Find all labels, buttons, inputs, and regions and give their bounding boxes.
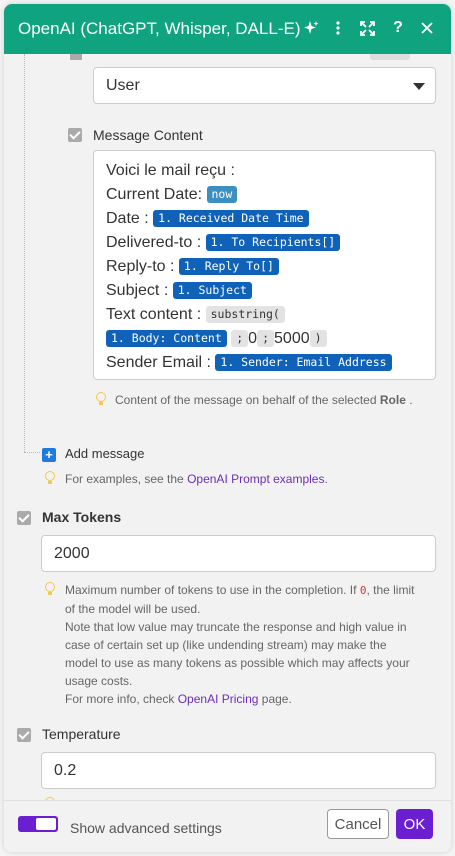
hint-line: model to use as many tokens as possible … <box>65 656 410 670</box>
variable-pill[interactable]: now <box>206 186 238 203</box>
max-tokens-hint: Maximum number of tokens to use in the c… <box>65 581 440 708</box>
separator-pill[interactable]: ; <box>231 330 249 347</box>
max-tokens-label: Max Tokens <box>42 509 122 525</box>
variable-pill[interactable]: 1. To Recipients[] <box>205 234 341 251</box>
lightbulb-icon <box>45 582 55 595</box>
function-pill[interactable]: substring( <box>205 306 285 323</box>
add-message-button[interactable]: Add message <box>65 446 145 461</box>
temperature-input[interactable]: 0.2 <box>41 752 436 789</box>
variable-pill[interactable]: 1. Received Date Time <box>153 210 309 227</box>
close-icon[interactable] <box>416 17 438 39</box>
hint-text: . <box>324 472 328 486</box>
line-text: Subject : <box>106 282 169 299</box>
max-tokens-value: 2000 <box>54 545 90 562</box>
role-select-value: User <box>106 77 140 94</box>
advanced-settings-label: Show advanced settings <box>70 820 222 836</box>
pricing-link[interactable]: OpenAI Pricing <box>178 692 259 706</box>
panel-header: OpenAI (ChatGPT, Whisper, DALL-E) ? <box>4 4 451 54</box>
line-text: Current Date: <box>106 186 203 203</box>
add-message-hint: For examples, see the OpenAI Prompt exam… <box>65 470 328 488</box>
message-content-label: Message Content <box>93 127 203 143</box>
lightbulb-icon <box>96 392 106 405</box>
settings-scroll-area[interactable]: User Message Content Voici le mail reçu … <box>4 54 451 800</box>
hint-line: case of certain set up (like undending s… <box>65 638 387 652</box>
content-line: Sender Email : 1. Sender: Email Address <box>106 351 423 375</box>
content-line: Text content : substring( <box>106 303 423 327</box>
line-text: Date : <box>106 210 149 227</box>
temperature-toggle[interactable] <box>17 728 31 742</box>
expand-icon[interactable] <box>356 17 378 39</box>
message-content-field[interactable]: Voici le mail reçu : Current Date: now D… <box>93 150 436 380</box>
hint-text: page. <box>261 692 292 706</box>
max-tokens-toggle[interactable] <box>17 511 31 525</box>
line-text: Delivered-to : <box>106 234 202 251</box>
hint-text: For more info, check <box>65 692 175 706</box>
panel-title: OpenAI (ChatGPT, Whisper, DALL-E) <box>18 19 301 38</box>
advanced-settings-toggle[interactable] <box>18 816 58 832</box>
content-line: 1. Body: Content ; 0; 5000) <box>106 327 423 351</box>
chevron-down-icon <box>413 83 425 90</box>
cancel-button[interactable]: Cancel <box>327 809 389 839</box>
function-close-pill[interactable]: ) <box>309 330 327 347</box>
hint-line: Note that low value may truncate the res… <box>65 620 407 634</box>
line-text: Sender Email : <box>106 354 211 371</box>
content-line: Voici le mail reçu : <box>106 159 423 183</box>
line-text: Reply-to : <box>106 258 175 275</box>
separator-pill[interactable]: ; <box>257 330 275 347</box>
variable-pill[interactable]: 1. Subject <box>172 282 252 299</box>
lightbulb-icon <box>45 471 55 484</box>
temperature-label: Temperature <box>42 726 121 742</box>
variable-pill[interactable]: 1. Body: Content <box>106 330 227 347</box>
add-message-icon[interactable]: + <box>42 448 56 462</box>
partial-control <box>370 54 410 60</box>
content-line: Delivered-to : 1. To Recipients[] <box>106 231 423 255</box>
content-line: Date : 1. Received Date Time <box>106 207 423 231</box>
hint-text: For examples, see the <box>65 472 184 486</box>
line-text: Voici le mail reçu : <box>106 162 235 179</box>
hint-line: Maximum number of tokens to use in the c… <box>65 581 440 600</box>
variable-pill[interactable]: 1. Reply To[] <box>178 258 279 275</box>
role-select[interactable]: User <box>93 67 436 104</box>
content-line: Subject : 1. Subject <box>106 279 423 303</box>
hint-text: , the limit <box>366 583 415 597</box>
content-line: Current Date: now <box>106 183 423 207</box>
hint-text: Content of the message on behalf of the … <box>115 393 377 407</box>
hint-line: usage costs. <box>65 674 133 688</box>
line-text: 5000 <box>274 330 310 347</box>
tree-line <box>24 54 25 452</box>
variable-pill[interactable]: 1. Sender: Email Address <box>215 354 392 371</box>
hint-text: . <box>409 393 413 407</box>
hint-bold: Role <box>379 393 406 407</box>
tree-line <box>24 452 40 453</box>
sparkle-icon[interactable] <box>300 17 322 39</box>
ok-button[interactable]: OK <box>396 809 433 839</box>
temperature-value: 0.2 <box>54 762 77 779</box>
hint-line: For more info, check OpenAI Pricing page… <box>65 690 440 708</box>
line-text: Text content : <box>106 306 202 323</box>
max-tokens-input[interactable]: 2000 <box>41 535 436 572</box>
line-text: 0 <box>248 330 258 347</box>
more-vertical-icon[interactable] <box>327 17 349 39</box>
module-settings-panel: OpenAI (ChatGPT, Whisper, DALL-E) ? User… <box>4 4 451 852</box>
hint-text: Maximum number of tokens to use in the c… <box>65 583 357 597</box>
message-content-hint: Content of the message on behalf of the … <box>115 391 413 409</box>
prompt-examples-link[interactable]: OpenAI Prompt examples <box>187 472 324 486</box>
help-icon[interactable]: ? <box>387 17 409 39</box>
content-line: Reply-to : 1. Reply To[] <box>106 255 423 279</box>
partial-checkbox <box>70 54 82 60</box>
message-content-toggle[interactable] <box>68 128 82 142</box>
hint-line: of the model will be used. <box>65 602 201 616</box>
